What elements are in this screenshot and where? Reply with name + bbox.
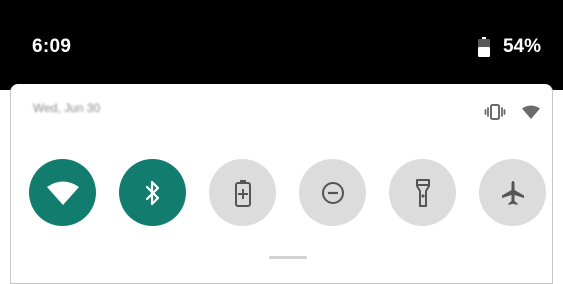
battery-saver-tile[interactable] <box>209 159 276 226</box>
wifi-signal-icon <box>522 105 540 119</box>
drag-handle[interactable] <box>269 256 307 259</box>
status-right-group: 54% <box>477 36 541 58</box>
wifi-icon <box>46 181 79 205</box>
flashlight-icon <box>415 178 430 207</box>
battery-percent: 54% <box>502 36 541 57</box>
bluetooth-icon <box>145 180 159 205</box>
quick-settings-tiles <box>29 159 546 226</box>
bluetooth-tile[interactable] <box>119 159 186 226</box>
status-time: 6:09 <box>32 36 72 57</box>
date-label: Wed, Jun 30 <box>33 101 101 115</box>
wifi-tile[interactable] <box>29 159 96 226</box>
do-not-disturb-tile[interactable] <box>299 159 366 226</box>
vibrate-icon <box>484 104 506 120</box>
do-not-disturb-icon <box>321 181 344 204</box>
quick-settings-panel: Wed, Jun 30 <box>10 84 553 284</box>
airplane-icon <box>501 180 524 205</box>
flashlight-tile[interactable] <box>389 159 456 226</box>
airplane-mode-tile[interactable] <box>479 159 546 226</box>
battery-saver-icon <box>234 179 251 207</box>
status-bar: 6:09 54% <box>0 0 563 90</box>
battery-icon <box>477 37 490 57</box>
panel-status-icons <box>484 104 540 120</box>
